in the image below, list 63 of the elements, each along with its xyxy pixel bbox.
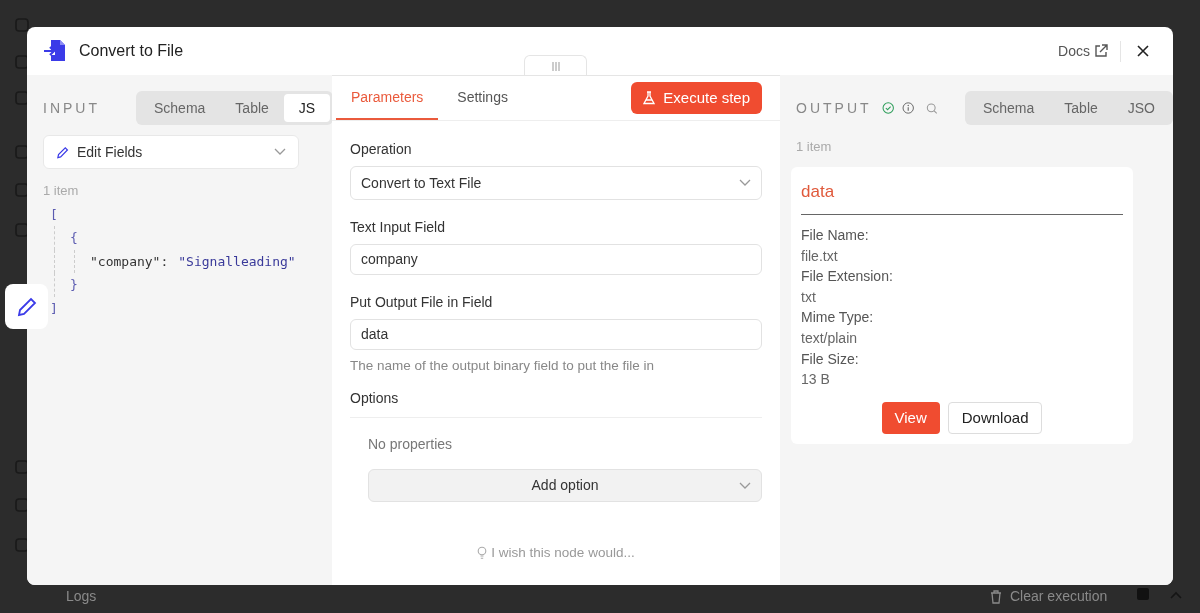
view-tab[interactable]: JSO [1112,94,1170,122]
json-value: "Signalleading" [178,252,296,271]
item-count: 1 item [43,182,80,200]
docs-link[interactable]: Docs [1058,40,1121,62]
view-tab[interactable]: Table [1049,94,1113,122]
trash-icon [990,589,1002,604]
field-label: File Size: [801,349,860,369]
field-label: File Extension: [801,267,894,287]
field-label: Mime Type: [801,308,875,328]
lightbulb-icon [477,545,488,560]
json-bracket: ] [50,299,58,318]
field-value: file.txt [801,246,839,266]
file-convert-icon [43,39,67,63]
add-option-button[interactable]: Add option [368,469,762,503]
sidebar-icon[interactable] [14,17,30,33]
field-value: 13 B [801,370,831,390]
panel-tab[interactable]: Parameters [336,76,439,120]
pencil-icon [56,145,69,159]
panel-label: OUTPUT [796,98,872,118]
panel-label: INPUT [43,98,100,118]
view-button[interactable]: View [881,401,940,434]
chevron-down-icon [274,148,286,156]
logs-label: Logs [66,587,97,606]
close-icon[interactable] [1137,45,1149,57]
info-icon[interactable] [902,99,915,117]
empty-text: No properties [368,435,454,455]
clear-execution-button[interactable]: Clear execution [990,586,1108,607]
field-label: Operation [350,140,413,159]
input-field[interactable]: data [350,319,762,350]
view-tab[interactable]: Schema [967,94,1050,122]
success-check-icon [881,99,894,117]
pencil-icon [15,295,38,318]
chevron-down-icon [739,179,751,187]
view-tab[interactable]: Schema [139,94,221,122]
field-value: text/plain [801,328,859,348]
grip-icon [551,61,560,71]
field-label: Text Input Field [350,218,446,237]
operation-select[interactable]: Convert to Text File [350,166,762,200]
execute-step-button[interactable]: Execute step [631,82,762,114]
view-tab[interactable]: Table [220,94,284,122]
panel-tab[interactable]: Settings [442,76,523,120]
card-title: data [801,178,1123,215]
field-label: Put Output File in Field [350,293,494,312]
input-field[interactable]: company [350,244,762,275]
json-key: "company": [90,249,169,273]
field-label: File Name: [801,226,870,245]
section-label: Options [350,388,762,419]
node-select[interactable]: Edit Fields [43,135,299,169]
feedback-link[interactable]: I wish this node would... [477,542,635,563]
window-title: Convert to File [79,41,184,61]
field-value: txt [801,287,817,307]
edit-button[interactable] [5,284,48,329]
field-hint: The name of the output binary field to put the file in [350,357,655,375]
json-bracket: { [70,229,78,247]
json-bracket: } [70,276,78,294]
json-bracket: [ [50,205,58,224]
external-link-icon [1094,44,1108,58]
chevron-down-icon [739,481,751,490]
item-count: 1 item [796,138,833,156]
view-tab[interactable]: JS [283,94,331,122]
drag-handle[interactable] [524,55,587,76]
flask-icon [643,91,656,105]
download-button[interactable]: Download [947,401,1043,434]
